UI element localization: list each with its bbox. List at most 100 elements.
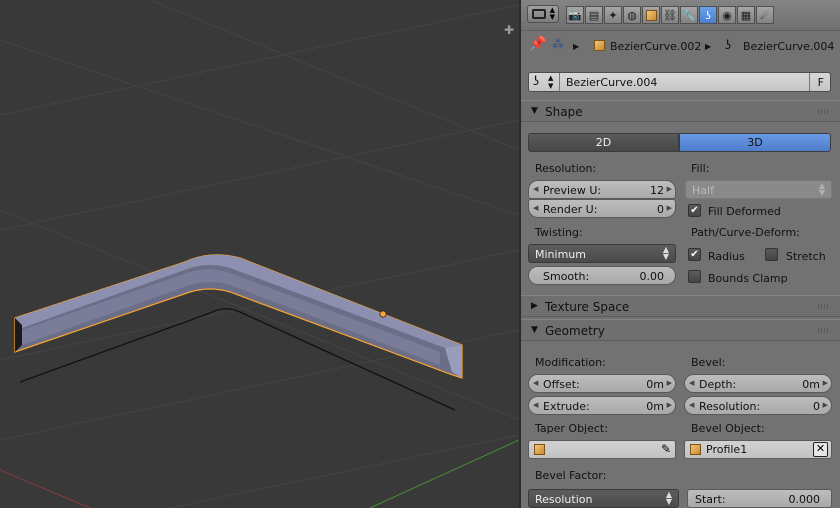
clear-x-icon[interactable]: ✕ xyxy=(813,442,828,457)
dimensions-3d-button[interactable]: 3D xyxy=(679,133,831,152)
object-origin[interactable] xyxy=(379,310,387,318)
offset-value: 0m xyxy=(646,378,664,391)
increment-arrow-icon[interactable]: ▶ xyxy=(823,401,828,409)
datablock-name-input[interactable]: BezierCurve.004 xyxy=(566,76,657,89)
increment-arrow-icon[interactable]: ▶ xyxy=(667,204,672,212)
fill-mode-value: Half xyxy=(692,184,714,197)
depth-field[interactable]: ◀ Depth: 0m ▶ xyxy=(684,374,832,393)
fill-mode-dropdown[interactable]: Half ▲ ▼ xyxy=(685,180,832,199)
fill-deformed-checkbox[interactable]: ✔ xyxy=(688,204,701,217)
stretch-checkbox[interactable] xyxy=(765,248,778,261)
increment-arrow-icon[interactable]: ▶ xyxy=(667,401,672,409)
world-tab-icon[interactable]: ◍ xyxy=(623,6,641,24)
increment-arrow-icon[interactable]: ▶ xyxy=(667,379,672,387)
render-layers-tab-icon[interactable]: ▤ xyxy=(585,6,603,24)
smooth-field[interactable]: Smooth: 0.00 xyxy=(528,266,676,285)
decrement-arrow-icon[interactable]: ◀ xyxy=(533,185,538,193)
chevron-right-icon: ▶ xyxy=(705,42,712,51)
3d-viewport[interactable]: ✚ xyxy=(0,0,519,508)
geometry-panel-header[interactable]: ▼ Geometry xyxy=(521,319,840,341)
decrement-arrow-icon[interactable]: ◀ xyxy=(533,204,538,212)
shape-panel-title: Shape xyxy=(545,105,583,119)
decrement-arrow-icon[interactable]: ◀ xyxy=(689,379,694,387)
preview-u-field[interactable]: ◀ Preview U: 12 ▶ xyxy=(528,180,676,199)
curve-data-tab-icon[interactable]: ʖ xyxy=(699,6,717,24)
object-icon xyxy=(690,444,701,458)
smooth-label: Smooth: xyxy=(543,270,590,283)
object-icon xyxy=(534,444,545,458)
resolution-label: Resolution: xyxy=(535,162,597,175)
bevel-resolution-field[interactable]: ◀ Resolution: 0 ▶ xyxy=(684,396,832,415)
texture-space-panel-title: Texture Space xyxy=(545,300,630,314)
texture-space-panel-header[interactable]: ▶ Texture Space xyxy=(521,295,840,317)
browse-arrows-icon[interactable]: ▲ ▼ xyxy=(548,74,553,90)
taper-object-label: Taper Object: xyxy=(535,422,608,435)
taper-object-field[interactable]: ✎ xyxy=(528,440,676,459)
curve-icon: ʖ xyxy=(533,74,540,88)
physics-tab-icon[interactable]: ☄ xyxy=(756,6,774,24)
bevel-object-field[interactable]: Profile1 ✕ xyxy=(684,440,832,459)
properties-header: ▲ ▼ 📷 ▤ ✦ ◍ ⛓ 🔧 ʖ ◉ ▦ ☄ xyxy=(521,0,840,31)
fill-label: Fill: xyxy=(691,162,710,175)
dimensions-2d-button[interactable]: 2D xyxy=(528,133,679,152)
bevel-object-label: Bevel Object: xyxy=(691,422,765,435)
dropdown-arrows-icon: ▲ ▼ xyxy=(818,181,825,197)
shape-panel-header[interactable]: ▼ Shape xyxy=(521,100,840,122)
breadcrumb-object: BezierCurve.002 xyxy=(610,40,702,53)
start-value: 0.000 xyxy=(788,493,821,506)
fill-deformed-label: Fill Deformed xyxy=(708,205,781,218)
bevel-resolution-label: Resolution: xyxy=(699,400,761,413)
pin-icon[interactable]: 📌 xyxy=(529,37,546,51)
bevel-factor-label: Bevel Factor: xyxy=(535,469,607,482)
bounds-clamp-checkbox[interactable] xyxy=(688,270,701,283)
grid-line xyxy=(0,4,519,116)
bevel-factor-mode-dropdown[interactable]: Resolution ▲ ▼ xyxy=(528,489,679,508)
modification-label: Modification: xyxy=(535,356,606,369)
modifiers-tab-icon[interactable]: 🔧 xyxy=(680,6,698,24)
expanded-arrow-icon: ▼ xyxy=(531,106,538,116)
grid-line xyxy=(169,434,519,508)
datablock-selector[interactable]: ʖ ▲ ▼ BezierCurve.004 F xyxy=(528,72,831,92)
drag-grip-icon[interactable] xyxy=(818,304,830,309)
decrement-arrow-icon[interactable]: ◀ xyxy=(533,379,538,387)
decrement-arrow-icon[interactable]: ◀ xyxy=(689,401,694,409)
drag-grip-icon[interactable] xyxy=(818,109,830,114)
render-tab-icon[interactable]: 📷 xyxy=(566,6,584,24)
twisting-dropdown[interactable]: Minimum ▲ ▼ xyxy=(528,244,676,263)
stretch-label: Stretch xyxy=(786,250,826,263)
extrude-label: Extrude: xyxy=(543,400,590,413)
start-label: Start: xyxy=(695,493,726,506)
render-u-field[interactable]: ◀ Render U: 0 ▶ xyxy=(528,199,676,218)
scene-data-icon: ⁂ xyxy=(552,37,564,51)
preview-u-value: 12 xyxy=(650,184,664,197)
constraints-tab-icon[interactable]: ⛓ xyxy=(661,6,679,24)
expanded-arrow-icon: ▼ xyxy=(531,325,538,335)
fake-user-button[interactable]: F xyxy=(818,76,824,89)
path-curve-deform-label: Path/Curve-Deform: xyxy=(691,226,800,239)
decrement-arrow-icon[interactable]: ◀ xyxy=(533,401,538,409)
twisting-label: Twisting: xyxy=(535,226,583,239)
drag-grip-icon[interactable] xyxy=(818,328,830,333)
material-tab-icon[interactable]: ◉ xyxy=(718,6,736,24)
texture-tab-icon[interactable]: ▦ xyxy=(737,6,755,24)
plus-icon[interactable]: ✚ xyxy=(503,24,515,36)
editor-type-button[interactable]: ▲ ▼ xyxy=(527,5,559,23)
extrude-field[interactable]: ◀ Extrude: 0m ▶ xyxy=(528,396,676,415)
object-tab-icon[interactable] xyxy=(642,6,660,24)
preview-u-label: Preview U: xyxy=(543,184,602,197)
geometry-panel-title: Geometry xyxy=(545,324,605,338)
scene-tab-icon[interactable]: ✦ xyxy=(604,6,622,24)
grid-line xyxy=(149,0,519,151)
render-u-value: 0 xyxy=(657,203,664,216)
increment-arrow-icon[interactable]: ▶ xyxy=(823,379,828,387)
increment-arrow-icon[interactable]: ▶ xyxy=(667,185,672,193)
offset-label: Offset: xyxy=(543,378,580,391)
offset-field[interactable]: ◀ Offset: 0m ▶ xyxy=(528,374,676,393)
radius-checkbox[interactable]: ✔ xyxy=(688,248,701,261)
eyedropper-icon[interactable]: ✎ xyxy=(661,442,671,456)
bevel-factor-start-field[interactable]: Start: 0.000 xyxy=(687,489,832,508)
bevel-object-value: Profile1 xyxy=(706,443,748,456)
grid-line xyxy=(0,39,519,216)
grid-line xyxy=(0,119,519,231)
bevel-factor-mode-value: Resolution xyxy=(535,493,593,506)
